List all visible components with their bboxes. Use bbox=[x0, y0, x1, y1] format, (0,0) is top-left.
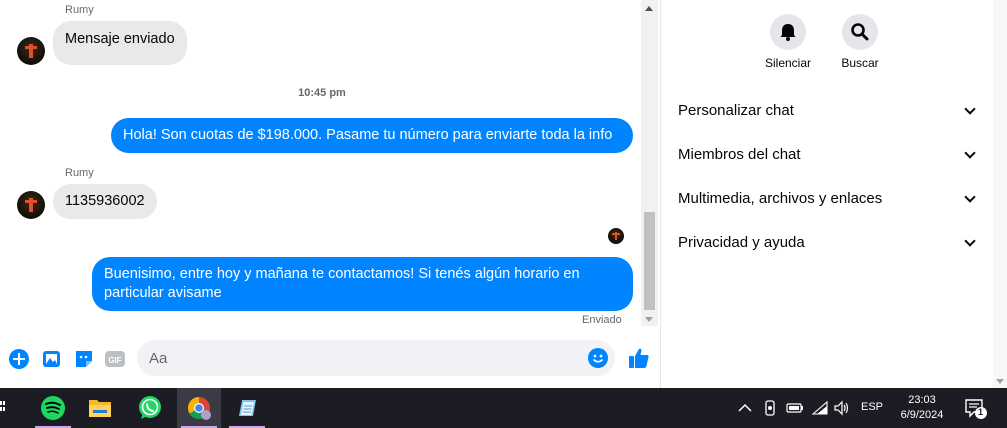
section-label: Miembros del chat bbox=[678, 146, 801, 163]
message-sender: Rumy bbox=[65, 167, 94, 179]
notifications-icon[interactable]: 1 bbox=[964, 398, 988, 428]
outgoing-message-bubble[interactable]: Hola! Son cuotas de $198.000. Pasame tu … bbox=[111, 118, 633, 153]
message-text-line: particular avisame bbox=[104, 285, 222, 301]
whatsapp-icon bbox=[139, 396, 161, 419]
clock-date: 6/9/2024 bbox=[900, 409, 944, 421]
taskbar: ESP 23:03 6/9/2024 1 bbox=[0, 388, 1007, 428]
scroll-up-icon[interactable] bbox=[645, 6, 653, 11]
incoming-message-bubble[interactable]: Mensaje enviado bbox=[53, 21, 187, 65]
photo-icon[interactable] bbox=[41, 348, 63, 370]
show-hidden-icons-icon[interactable] bbox=[737, 401, 753, 428]
gif-icon[interactable]: GIF bbox=[104, 348, 126, 370]
message-input[interactable] bbox=[137, 340, 615, 376]
app-window: Rumy Mensaje enviado 10:45 pm Hola! Son … bbox=[0, 0, 1007, 428]
spotify-icon bbox=[41, 396, 65, 420]
mute-button[interactable] bbox=[770, 14, 806, 50]
volume-icon[interactable] bbox=[833, 400, 851, 428]
wifi-icon[interactable] bbox=[811, 400, 829, 428]
svg-text:GIF: GIF bbox=[108, 356, 121, 365]
taskbar-app-notepad[interactable] bbox=[225, 388, 269, 428]
scroll-down-icon[interactable] bbox=[996, 379, 1004, 384]
clock-time: 23:03 bbox=[908, 394, 936, 406]
section-media-files-links[interactable]: Multimedia, archivos y enlaces bbox=[678, 184, 978, 214]
outgoing-message-bubble[interactable]: Buenisimo, entre hoy y mañana te contact… bbox=[92, 257, 633, 311]
read-receipt-avatar bbox=[608, 228, 624, 244]
message-sender: Rumy bbox=[65, 4, 94, 16]
message-timestamp: 10:45 pm bbox=[298, 87, 346, 99]
bell-icon bbox=[780, 24, 796, 41]
mute-label: Silenciar bbox=[764, 56, 812, 70]
chat-thread: Rumy Mensaje enviado 10:45 pm Hola! Son … bbox=[0, 0, 641, 388]
incoming-message-bubble[interactable]: 1135936002 bbox=[53, 184, 157, 219]
scrollbar-thumb[interactable] bbox=[644, 212, 655, 310]
emoji-icon[interactable] bbox=[587, 347, 609, 369]
section-label: Multimedia, archivos y enlaces bbox=[678, 190, 883, 207]
section-privacy-help[interactable]: Privacidad y ayuda bbox=[678, 228, 978, 258]
contact-avatar[interactable] bbox=[17, 37, 45, 65]
section-chat-members[interactable]: Miembros del chat bbox=[678, 140, 978, 170]
chevron-down-icon bbox=[964, 103, 976, 115]
phone-link-icon[interactable] bbox=[762, 400, 778, 428]
search-label: Buscar bbox=[841, 56, 879, 70]
scroll-down-icon[interactable] bbox=[645, 317, 653, 322]
section-label: Personalizar chat bbox=[678, 102, 794, 119]
task-view-icon[interactable] bbox=[0, 400, 8, 416]
section-label: Privacidad y ayuda bbox=[678, 234, 805, 251]
language-indicator[interactable]: ESP bbox=[861, 401, 883, 428]
folder-icon bbox=[89, 400, 111, 417]
taskbar-app-chrome[interactable] bbox=[177, 388, 221, 428]
battery-icon[interactable] bbox=[786, 402, 804, 428]
add-icon[interactable] bbox=[8, 348, 30, 370]
chat-info-panel: Silenciar Buscar Personalizar chat Miemb… bbox=[661, 0, 993, 388]
chevron-down-icon bbox=[964, 191, 976, 203]
message-composer: GIF bbox=[0, 336, 660, 388]
chrome-icon bbox=[188, 397, 211, 420]
taskbar-app-whatsapp[interactable] bbox=[128, 388, 172, 428]
delivery-status: Enviado bbox=[582, 314, 622, 326]
chat-scrollbar[interactable] bbox=[641, 0, 658, 326]
search-icon bbox=[851, 23, 869, 41]
taskbar-app-spotify[interactable] bbox=[31, 388, 75, 428]
chevron-down-icon bbox=[964, 147, 976, 159]
notification-count: 1 bbox=[978, 407, 984, 417]
taskbar-app-file-explorer[interactable] bbox=[78, 388, 122, 428]
contact-avatar[interactable] bbox=[17, 191, 45, 219]
system-clock[interactable]: 23:03 6/9/2024 bbox=[884, 393, 960, 423]
message-text-line: Buenisimo, entre hoy y mañana te contact… bbox=[104, 266, 580, 282]
search-button[interactable] bbox=[842, 14, 878, 50]
sticker-icon[interactable] bbox=[73, 348, 95, 370]
side-panel-scrollbar[interactable] bbox=[993, 0, 1007, 388]
section-customize-chat[interactable]: Personalizar chat bbox=[678, 96, 978, 126]
notepad-icon bbox=[239, 400, 256, 416]
like-icon[interactable] bbox=[627, 346, 651, 370]
chevron-down-icon bbox=[964, 235, 976, 247]
